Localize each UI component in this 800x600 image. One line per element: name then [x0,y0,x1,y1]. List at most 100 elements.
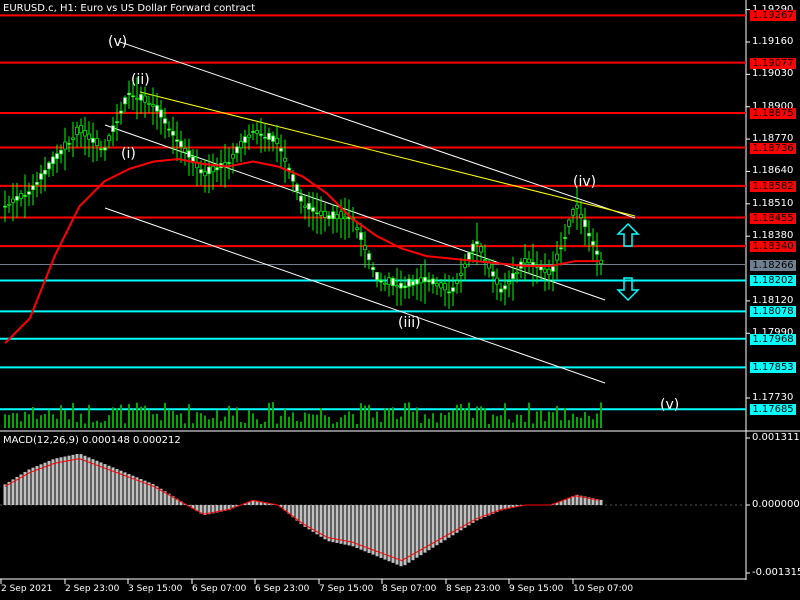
candle-body [363,245,367,251]
time-tick-label: 6 Sep 07:00 [192,584,247,594]
candle-body [75,126,79,135]
price-tick-label: 1.18510 [752,197,794,209]
volume-bar [364,405,366,428]
candle-body [447,291,451,294]
volume-bar [132,409,134,428]
macd-histogram-bar [399,505,403,567]
macd-histogram-bar [395,505,399,565]
volume-bar [492,414,494,428]
macd-histogram-bar [15,476,19,505]
candle-body [551,266,555,272]
volume-bar [540,409,542,428]
volume-bar [452,409,454,428]
volume-bar [564,407,566,428]
volume-bar [160,420,162,428]
volume-bar [560,420,562,428]
macd-histogram-bar [415,505,419,558]
volume-bar [180,413,182,428]
macd-histogram-bar [379,505,383,558]
candle-body [323,211,327,218]
trading-chart[interactable]: EURUSD.c, H1: Euro vs US Dollar Forward … [0,0,800,600]
macd-histogram-bar [331,505,335,543]
candle-body [563,237,567,239]
macd-histogram-bar [311,505,315,532]
volume-bar [104,420,106,428]
volume-bar [488,423,490,428]
volume-bar [332,423,334,428]
volume-bar [384,408,386,428]
macd-histogram-bar [403,505,407,566]
volume-bar [128,404,130,428]
resistance-price-tag: 1.18875 [750,107,796,119]
candle-body [11,198,15,203]
candle-body [359,232,363,240]
volume-bar [72,402,74,428]
macd-histogram-bar [391,505,395,563]
candle-body [35,181,39,185]
candle-body [283,157,287,162]
elliott-wave-label: (iii) [398,315,421,331]
candle-body [299,195,303,202]
volume-bar [208,419,210,428]
volume-bar [108,415,110,428]
candle-body [167,128,171,131]
time-tick-label: 2 Sep 2021 [1,584,53,594]
candle-body [255,130,259,134]
volume-bar [328,416,330,428]
macd-histogram-bar [303,505,307,527]
candle-body [555,253,559,261]
volume-bar [252,413,254,428]
candle-body [491,271,495,277]
volume-bar [240,422,242,428]
macd-histogram-bar [131,475,135,505]
candle-body [231,154,235,159]
candle-body [63,141,67,150]
volume-bar [424,414,426,428]
volume-bar [428,418,430,428]
candle-body [335,214,339,220]
volume-bar [368,404,370,428]
candle-body [315,212,319,215]
candle-body [123,97,127,105]
volume-bar [356,423,358,428]
volume-bar [148,409,150,428]
candle-body [279,147,283,152]
time-tick-label: 9 Sep 15:00 [509,584,564,594]
candle-body [303,205,307,208]
volume-bar [404,403,406,428]
channel-upper-line [119,41,636,219]
support-price-tag: 1.17968 [750,333,796,345]
volume-bar [516,414,518,428]
volume-bar [204,415,206,428]
candle-body [295,184,299,192]
volume-bar [460,404,462,428]
macd-histogram-bar [47,461,51,505]
volume-bar [552,412,554,428]
candle-body [375,271,379,281]
candle-body [207,166,211,175]
time-tick-label: 2 Sep 23:00 [65,584,120,594]
volume-bar [88,404,90,428]
candle-body [247,134,251,138]
candle-body [567,219,571,227]
volume-bar [20,421,22,428]
candle-body [143,95,147,103]
volume-bar [32,406,34,428]
candle-body [595,250,599,255]
candle-body [391,278,395,287]
candle-body [467,251,471,260]
volume-bar [44,414,46,428]
volume-bar [264,421,266,428]
volume-bar [268,402,270,428]
candle-body [83,130,87,137]
candle-body [171,130,175,136]
candle-body [387,277,391,285]
candle-body [235,146,239,154]
macd-histogram-bar [107,465,111,505]
candle-body [15,195,19,201]
candle-body [239,141,243,149]
candle-body [107,135,111,142]
volume-bar [504,403,506,428]
macd-histogram-bar [427,505,431,551]
volume-bar [400,416,402,428]
